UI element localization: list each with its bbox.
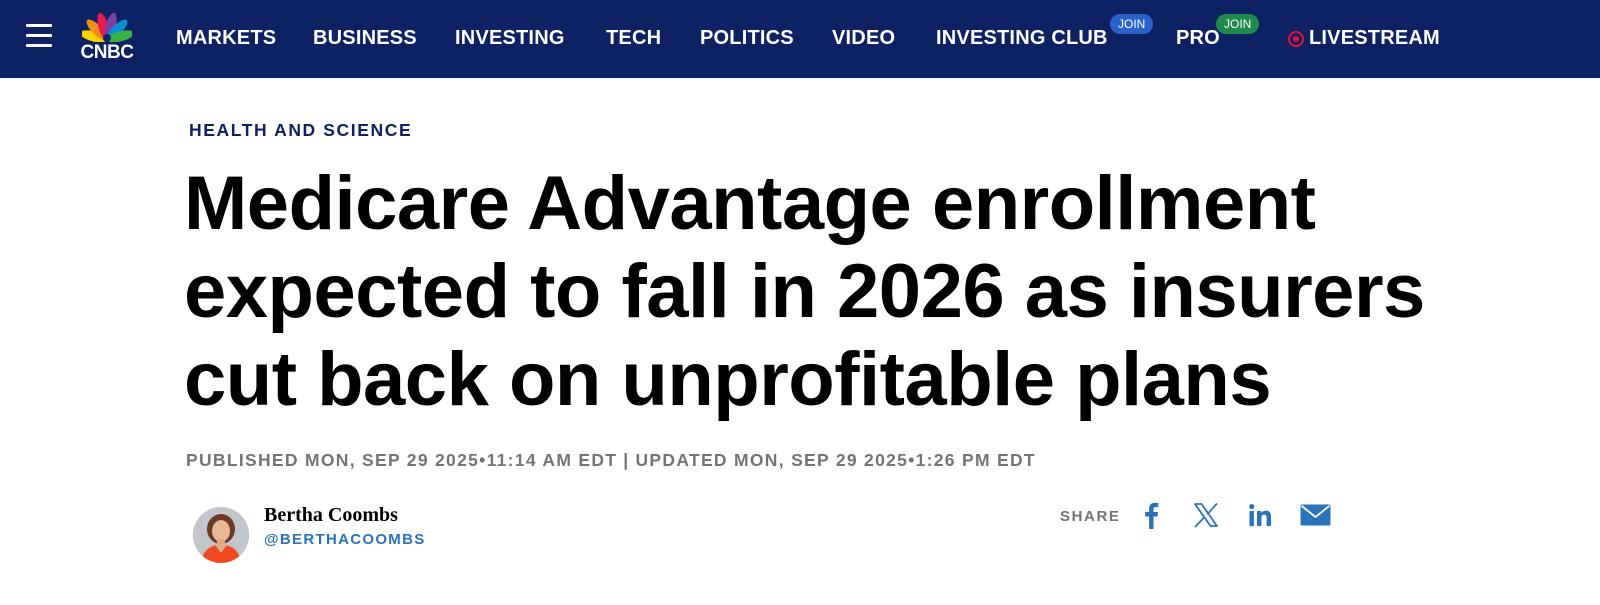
nav-item-politics[interactable]: POLITICS xyxy=(700,27,794,50)
investing-club-join-badge[interactable]: JOIN xyxy=(1110,14,1154,34)
nav-item-video[interactable]: VIDEO xyxy=(832,27,895,50)
share-label: SHARE xyxy=(1060,508,1121,525)
author-name[interactable]: Bertha Coombs xyxy=(264,504,398,527)
author-avatar[interactable] xyxy=(193,507,249,563)
nav-item-tech[interactable]: TECH xyxy=(606,27,661,50)
headline-line: cut back on unprofitable plans xyxy=(184,337,1272,422)
live-indicator-icon xyxy=(1288,31,1304,47)
article-timestamp: PUBLISHED MON, SEP 29 2025•11:14 AM EDT |… xyxy=(186,450,1036,471)
x-icon[interactable] xyxy=(1192,500,1220,530)
nav-item-business[interactable]: BUSINESS xyxy=(313,27,417,50)
nav-item-livestream[interactable]: LIVESTREAM xyxy=(1309,27,1440,50)
updated-time: UPDATED MON, SEP 29 2025•1:26 PM EDT xyxy=(635,450,1036,470)
peacock-icon xyxy=(82,12,132,42)
nav-item-investing-club[interactable]: INVESTING CLUB xyxy=(936,27,1108,50)
nav-item-pro[interactable]: PRO xyxy=(1176,27,1220,50)
logo-wordmark: CNBC xyxy=(80,42,134,63)
pro-join-badge[interactable]: JOIN xyxy=(1216,14,1260,34)
timestamp-separator: | xyxy=(623,450,630,470)
headline-line: expected to fall in 2026 as insurers xyxy=(184,249,1425,334)
nav-item-investing[interactable]: INVESTING xyxy=(455,27,565,50)
top-nav-bar: CNBC MARKETS BUSINESS INVESTING TECH POL… xyxy=(0,0,1600,78)
linkedin-icon[interactable] xyxy=(1247,500,1273,530)
author-photo xyxy=(193,507,249,563)
headline-line: Medicare Advantage enrollment xyxy=(184,161,1316,246)
section-label[interactable]: HEALTH AND SCIENCE xyxy=(189,120,412,141)
facebook-icon[interactable] xyxy=(1140,500,1162,530)
author-twitter-handle[interactable]: @BERTHACOOMBS xyxy=(264,531,426,548)
cnbc-logo[interactable]: CNBC xyxy=(74,8,140,63)
nav-item-markets[interactable]: MARKETS xyxy=(176,27,276,50)
email-icon[interactable] xyxy=(1299,500,1331,530)
menu-icon[interactable] xyxy=(26,24,52,47)
published-time: PUBLISHED MON, SEP 29 2025•11:14 AM EDT xyxy=(186,450,618,470)
article-headline: Medicare Advantage enrollment expected t… xyxy=(184,160,1584,424)
